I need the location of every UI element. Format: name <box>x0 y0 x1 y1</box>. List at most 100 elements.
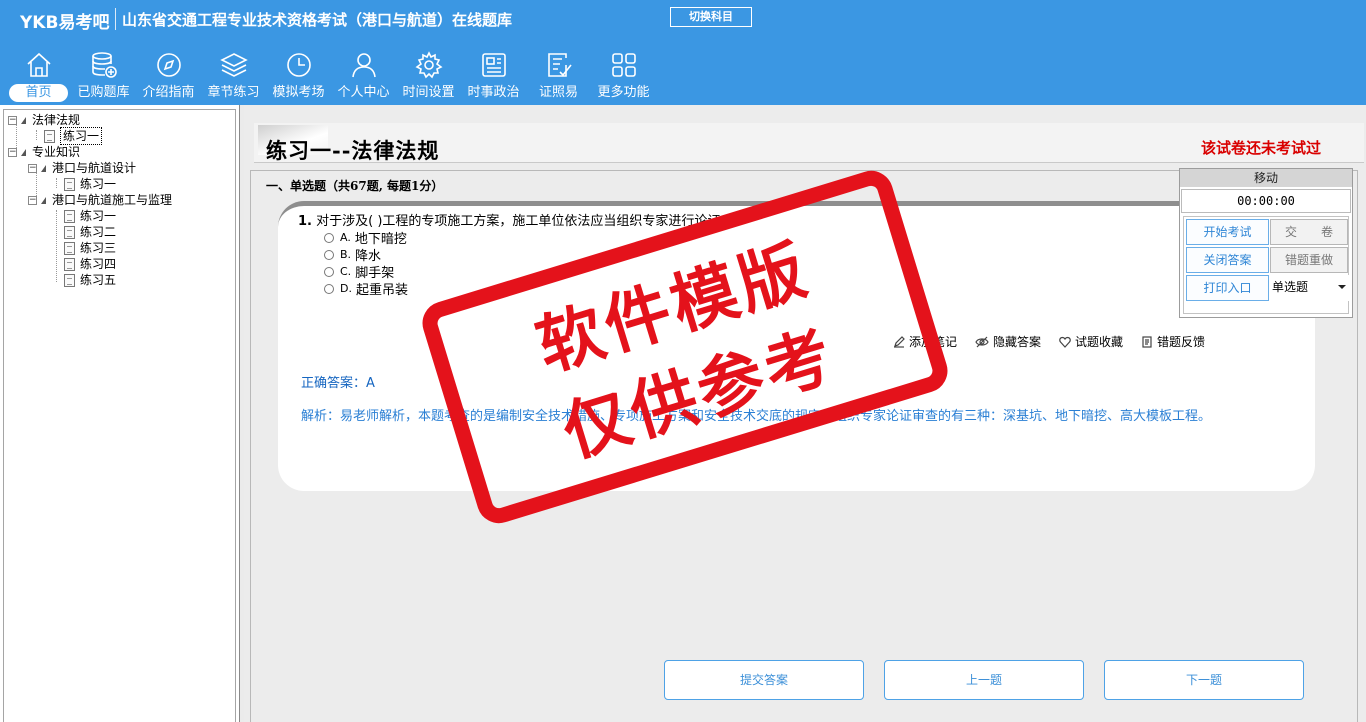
grid-icon <box>612 53 636 77</box>
question-card: 1. 对于涉及( )工程的专项施工方案，施工单位依法应当组织专家进行论证 A. … <box>278 201 1315 491</box>
database-icon <box>92 52 117 78</box>
clock-icon <box>287 53 311 77</box>
tree-node-design[interactable]: − 港口与航道设计 <box>28 160 136 176</box>
brand-divider <box>115 8 116 30</box>
checklist-icon <box>548 53 572 77</box>
document-icon <box>64 257 75 271</box>
folder-triangle-icon <box>41 196 46 204</box>
hand-in-button[interactable]: 交 卷 <box>1270 219 1348 245</box>
news-icon <box>482 53 506 77</box>
correct-answer: 正确答案：A <box>301 376 375 391</box>
collapse-icon[interactable]: − <box>28 195 37 205</box>
main-nav: 首页 已购题库 介绍指南 章节练习 模拟考场 个人中心 时间设置 时事政治 证照… <box>6 48 656 104</box>
nav-home-label: 首页 <box>9 84 68 102</box>
nav-mock-exam-label: 模拟考场 <box>272 85 325 100</box>
switch-subject-button[interactable]: 切换科目 <box>670 7 752 27</box>
nav-more-label: 更多功能 <box>597 85 650 100</box>
document-icon <box>64 241 75 255</box>
nav-guide-label: 介绍指南 <box>142 85 195 100</box>
nav-chapter[interactable]: 章节练习 <box>201 48 266 104</box>
question-tools: 添加笔记 隐藏答案 试题收藏 错题反馈 <box>893 333 1223 350</box>
favorite-button[interactable]: 试题收藏 <box>1059 333 1123 350</box>
print-entry-button[interactable]: 打印入口 <box>1186 275 1269 301</box>
nav-certificate-label: 证照易 <box>538 85 578 100</box>
paper-title-bar: 练习一--法律法规 该试卷还未考试过 <box>254 123 1364 163</box>
nav-more[interactable]: 更多功能 <box>591 48 656 104</box>
tree-node-professional[interactable]: − 专业知识 <box>8 144 80 160</box>
question-text: 1. 对于涉及( )工程的专项施工方案，施工单位依法应当组织专家进行论证 <box>298 210 720 229</box>
question-type-select[interactable]: 单选题 <box>1270 275 1350 301</box>
tree-node-construction-ex5[interactable]: 练习五 <box>64 272 116 288</box>
tree-node-construction-ex3[interactable]: 练习三 <box>64 240 116 256</box>
collapse-icon[interactable]: − <box>28 163 37 173</box>
tree-node-construction-ex2[interactable]: 练习二 <box>64 224 116 240</box>
nav-guide[interactable]: 介绍指南 <box>136 48 201 104</box>
heart-icon <box>1059 336 1071 348</box>
paper-title: 练习一--法律法规 <box>266 138 440 163</box>
document-icon <box>64 273 75 287</box>
radio-button[interactable] <box>324 232 334 243</box>
nav-time-settings-label: 时间设置 <box>402 85 455 100</box>
app-title: 山东省交通工程专业技术资格考试（港口与航道）在线题库 <box>122 11 513 29</box>
pencil-icon <box>894 335 905 348</box>
nav-politics-label: 时事政治 <box>467 85 520 100</box>
user-icon <box>352 53 376 78</box>
nav-personal[interactable]: 个人中心 <box>331 48 396 104</box>
tree-node-law-ex1[interactable]: 练习一 <box>44 127 103 145</box>
feedback-button[interactable]: 错题反馈 <box>1141 333 1205 350</box>
home-icon <box>27 52 51 77</box>
close-answer-button[interactable]: 关闭答案 <box>1186 247 1269 273</box>
radio-button[interactable] <box>324 249 334 260</box>
control-buttons: 开始考试 交 卷 关闭答案 错题重做 打印入口 单选题 <box>1183 216 1350 314</box>
layers-icon <box>220 53 248 77</box>
tree-frame: − 法律法规 练习一 − 专业知识 − 港口与航道设计 练习一 − 港口与航道施… <box>3 109 236 722</box>
radio-button[interactable] <box>324 283 334 294</box>
tree-node-design-ex1[interactable]: 练习一 <box>64 176 116 192</box>
document-icon <box>64 225 75 239</box>
chapter-tree: − 法律法规 练习一 − 专业知识 − 港口与航道设计 练习一 − 港口与航道施… <box>0 105 240 722</box>
exam-control-panel: 移动 00:00:00 开始考试 交 卷 关闭答案 错题重做 打印入口 单选题 <box>1179 168 1353 318</box>
nav-chapter-label: 章节练习 <box>207 85 260 100</box>
panel-move-handle[interactable]: 移动 <box>1180 169 1352 187</box>
nav-purchased-label: 已购题库 <box>77 85 130 100</box>
document-icon <box>64 209 75 223</box>
nav-politics[interactable]: 时事政治 <box>461 48 526 104</box>
nav-home[interactable]: 首页 <box>6 48 71 104</box>
folder-triangle-icon <box>41 164 46 172</box>
section-heading: 一、单选题（共67题, 每题1分） <box>266 179 444 193</box>
answer-analysis: 解析：易老师解析，本题考查的是编制安全技术措施、专项施工方案和安全技术交底的规定… <box>301 409 1212 424</box>
next-question-button[interactable]: 下一题 <box>1104 660 1304 700</box>
eye-icon <box>975 336 989 347</box>
radio-button[interactable] <box>324 266 334 277</box>
prev-question-button[interactable]: 上一题 <box>884 660 1084 700</box>
exam-status: 该试卷还未考试过 <box>1200 139 1321 157</box>
nav-certificate[interactable]: 证照易 <box>526 48 591 104</box>
nav-time-settings[interactable]: 时间设置 <box>396 48 461 104</box>
brand-logo: YKB易考吧 <box>20 13 110 33</box>
folder-triangle-icon <box>21 148 26 156</box>
exam-timer: 00:00:00 <box>1181 189 1351 213</box>
folder-triangle-icon <box>21 116 26 124</box>
tree-node-construction[interactable]: − 港口与航道施工与监理 <box>28 192 172 208</box>
redo-wrong-button[interactable]: 错题重做 <box>1270 247 1348 273</box>
nav-purchased[interactable]: 已购题库 <box>71 48 136 104</box>
tree-node-law[interactable]: − 法律法规 <box>8 112 80 128</box>
add-note-button[interactable]: 添加笔记 <box>893 333 957 350</box>
question-stem: 对于涉及( )工程的专项施工方案，施工单位依法应当组织专家进行论证 <box>316 214 721 229</box>
tree-node-construction-ex4[interactable]: 练习四 <box>64 256 116 272</box>
submit-answer-button[interactable]: 提交答案 <box>664 660 864 700</box>
hide-answer-button[interactable]: 隐藏答案 <box>975 333 1041 350</box>
dropdown-caret-icon <box>1338 285 1346 289</box>
app-header: YKB易考吧 山东省交通工程专业技术资格考试（港口与航道）在线题库 切换科目 首… <box>0 0 1366 105</box>
document-icon <box>44 129 55 143</box>
tree-node-construction-ex1[interactable]: 练习一 <box>64 208 116 224</box>
collapse-icon[interactable]: − <box>8 115 17 125</box>
nav-personal-label: 个人中心 <box>337 85 390 100</box>
nav-mock-exam[interactable]: 模拟考场 <box>266 48 331 104</box>
report-icon <box>1142 335 1152 348</box>
compass-icon <box>157 53 181 77</box>
start-exam-button[interactable]: 开始考试 <box>1186 219 1269 245</box>
gear-icon <box>415 51 443 79</box>
collapse-icon[interactable]: − <box>8 147 17 157</box>
option-d[interactable]: D. 起重吊装 <box>324 279 408 298</box>
